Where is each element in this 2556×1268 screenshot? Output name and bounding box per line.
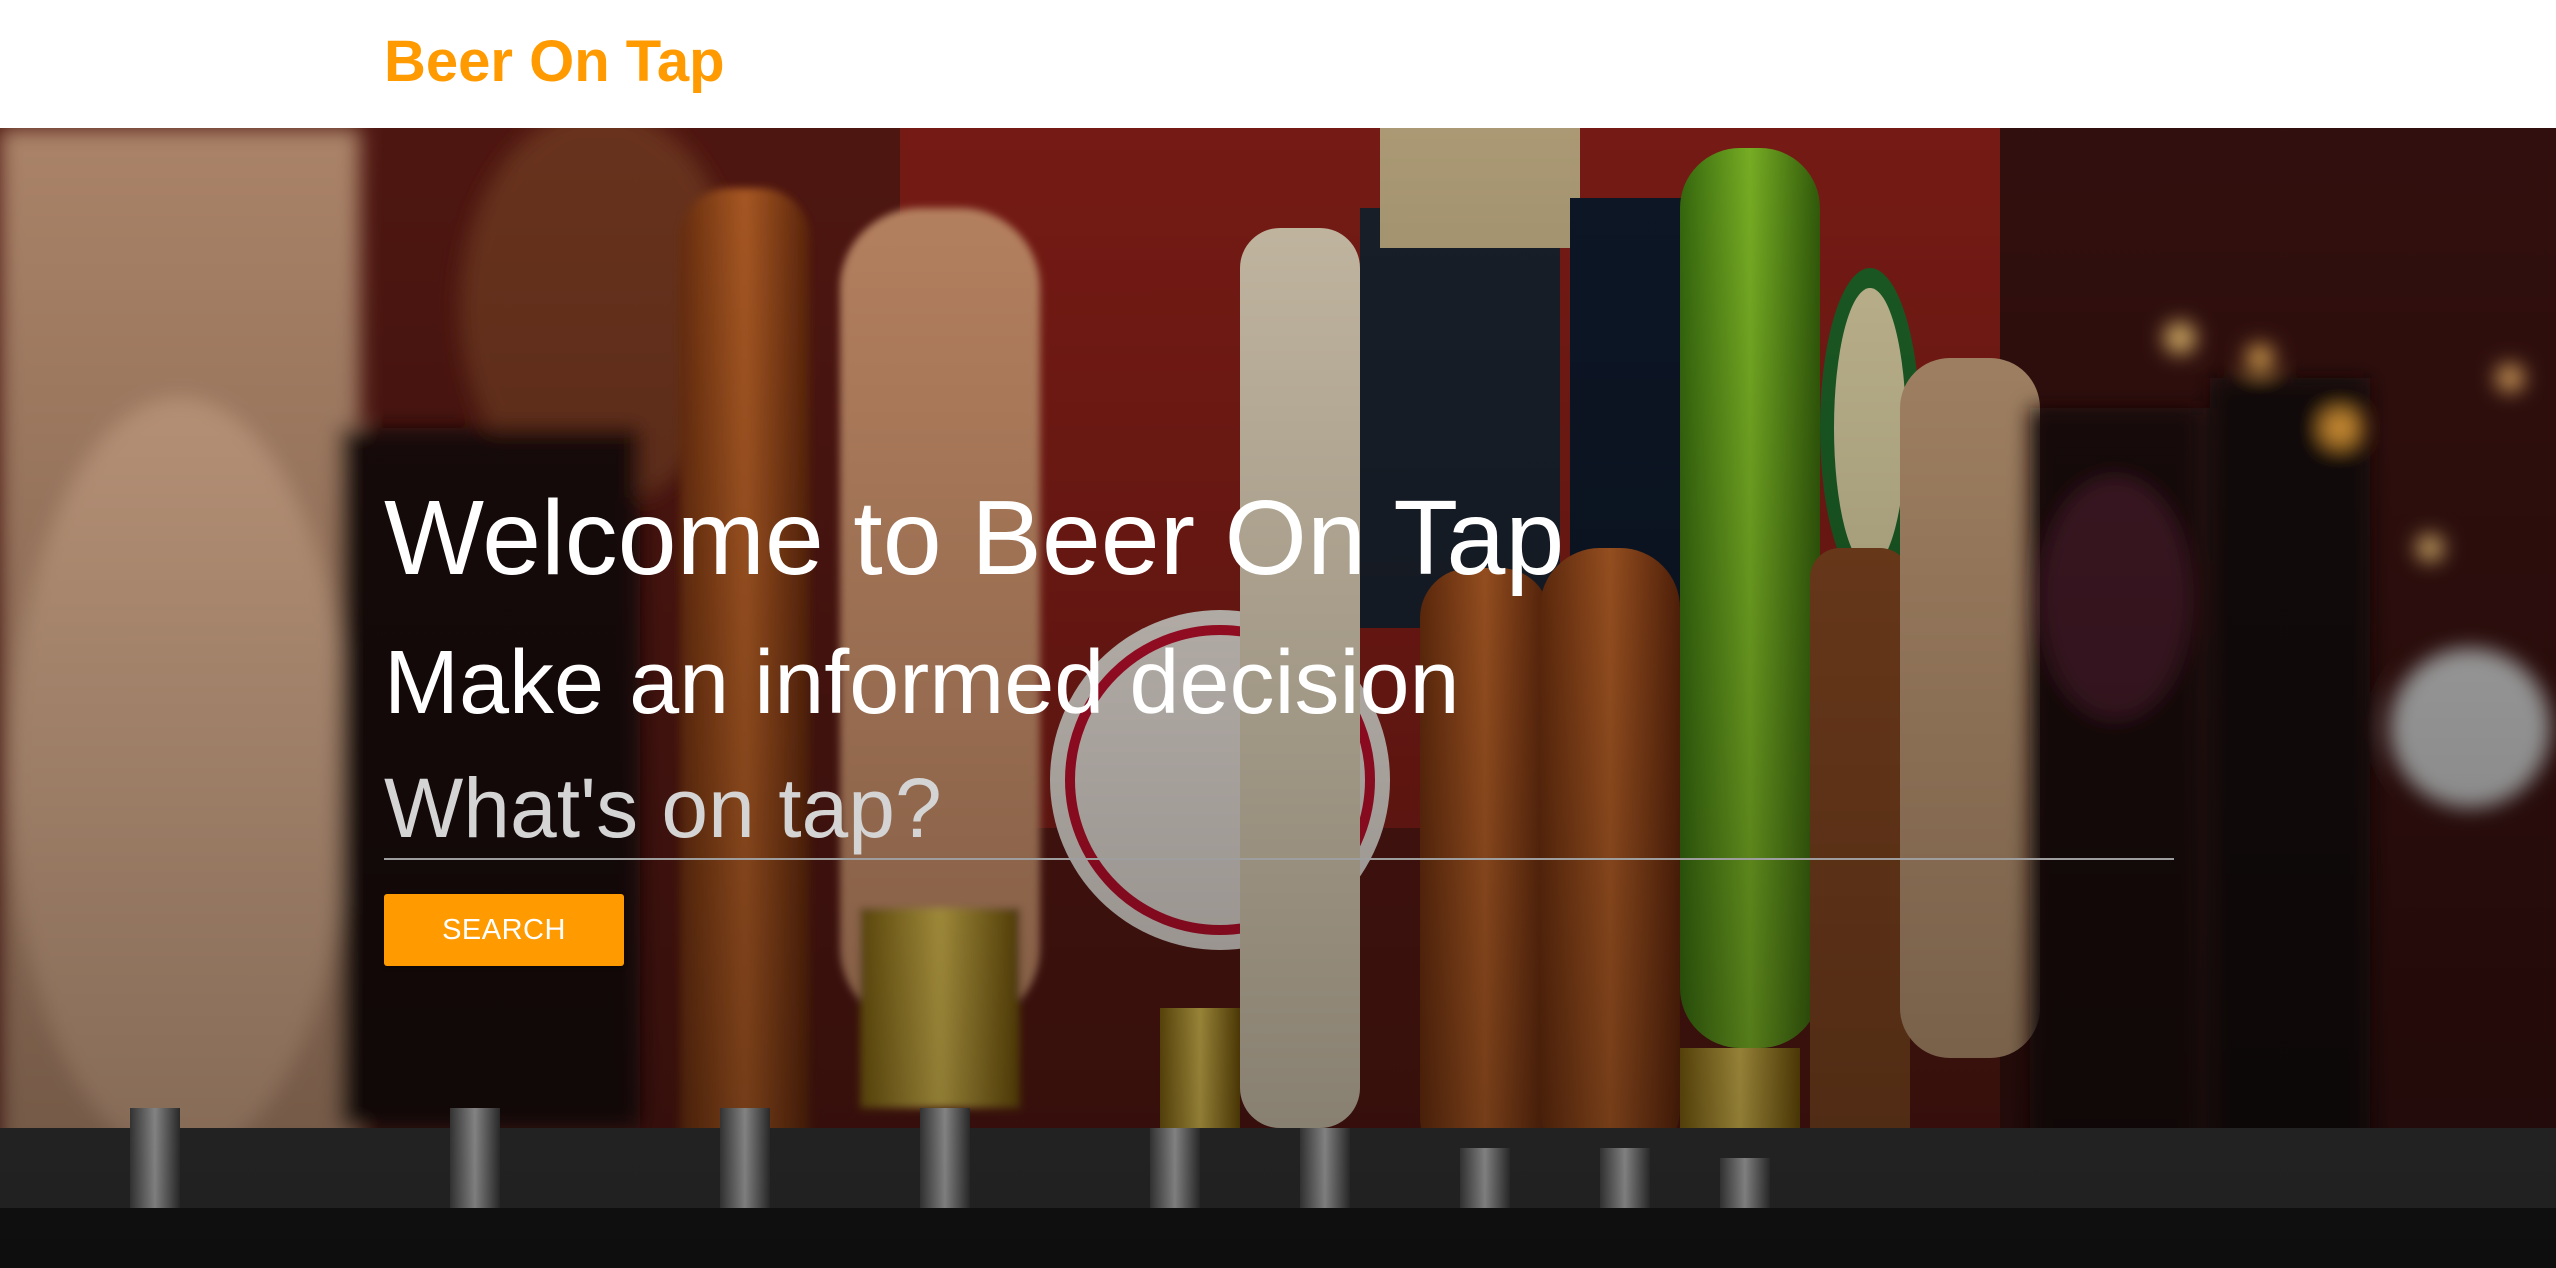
navbar: Beer On Tap xyxy=(0,0,2556,128)
welcome-heading: Welcome to Beer On Tap xyxy=(384,479,1565,597)
search-button[interactable]: SEARCH xyxy=(384,894,624,966)
brand-logo[interactable]: Beer On Tap xyxy=(384,26,725,98)
tagline-heading: Make an informed decision xyxy=(384,633,1460,733)
hero-content: Welcome to Beer On Tap Make an informed … xyxy=(384,128,2174,1268)
search-input[interactable] xyxy=(384,758,2174,860)
hero-section: Welcome to Beer On Tap Make an informed … xyxy=(0,128,2556,1268)
